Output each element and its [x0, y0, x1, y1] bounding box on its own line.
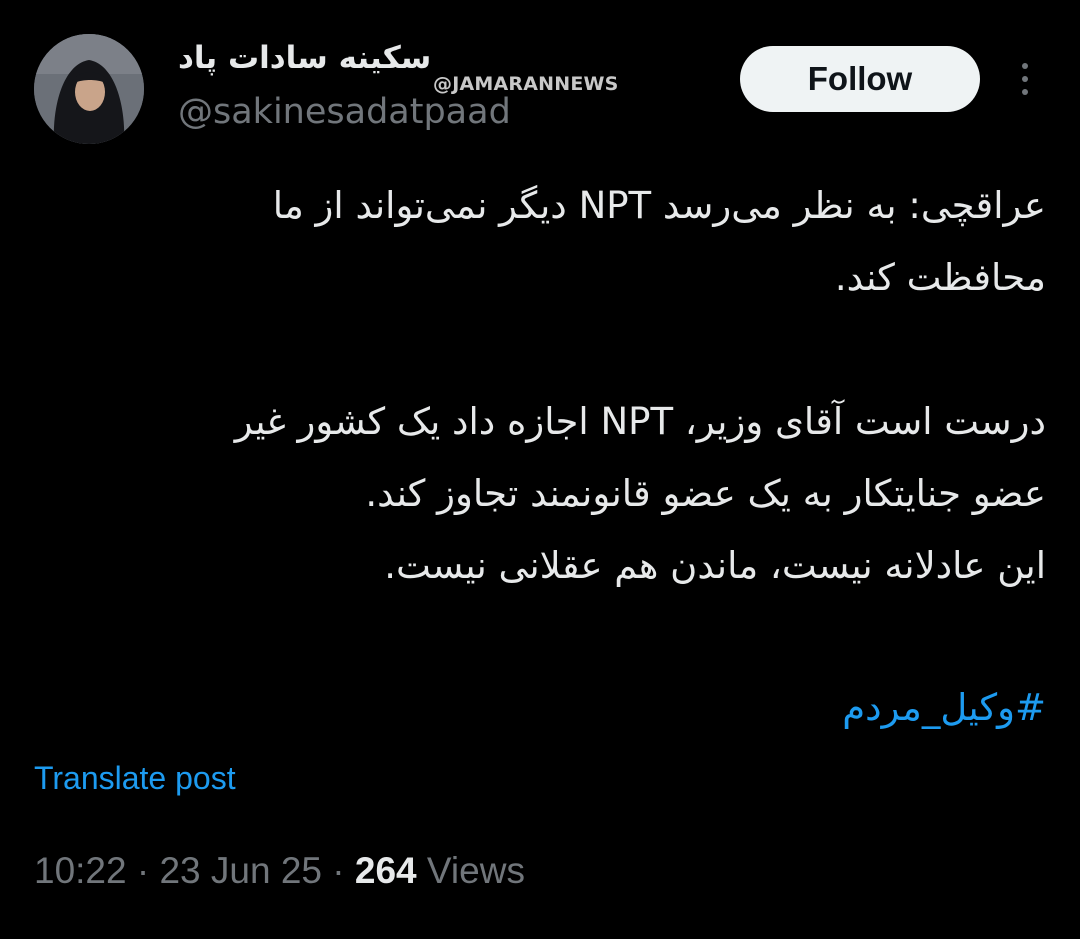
more-options-button[interactable]	[1008, 56, 1042, 102]
views-count: 264	[354, 850, 417, 891]
more-dots-icon	[1022, 89, 1028, 95]
avatar[interactable]	[34, 34, 144, 144]
more-dots-icon	[1022, 76, 1028, 82]
meta-separator: ·	[136, 850, 150, 891]
translate-post-link[interactable]: Translate post	[34, 760, 236, 797]
more-dots-icon	[1022, 63, 1028, 69]
author-handle[interactable]: @sakinesadatpaad	[178, 92, 511, 132]
tweet-header: سکینه سادات پاد @sakinesadatpaad @JAMARA…	[0, 0, 1080, 160]
hashtag-link[interactable]: #وکیل_مردم	[34, 672, 1046, 744]
views-label: Views	[426, 850, 525, 891]
tweet-meta: 10:22 · 23 Jun 25 · 264 Views	[34, 850, 525, 892]
meta-separator: ·	[332, 850, 345, 891]
watermark: @JAMARANNEWS	[433, 73, 619, 95]
follow-button[interactable]: Follow	[740, 46, 980, 112]
avatar-photo-icon	[34, 34, 144, 144]
tweet-line: درست است آقای وزیر، NPT اجازه داد یک کشو…	[234, 400, 1046, 443]
author-display-name[interactable]: سکینه سادات پاد	[178, 40, 438, 76]
tweet-line: این عادلانه نیست، ماندن هم عقلانی نیست.	[384, 544, 1046, 587]
tweet-line: عراقچی: به نظر می‌رسد NPT دیگر نمی‌تواند…	[272, 184, 1046, 227]
tweet-text: عراقچی: به نظر می‌رسد NPT دیگر نمی‌تواند…	[34, 170, 1046, 602]
tweet-date[interactable]: 23 Jun 25	[159, 850, 322, 891]
tweet-line: عضو جنایتکار به یک عضو قانونمند تجاوز کن…	[365, 472, 1046, 515]
tweet-time[interactable]: 10:22	[34, 850, 127, 891]
tweet-line: محافظت کند.	[834, 256, 1046, 299]
